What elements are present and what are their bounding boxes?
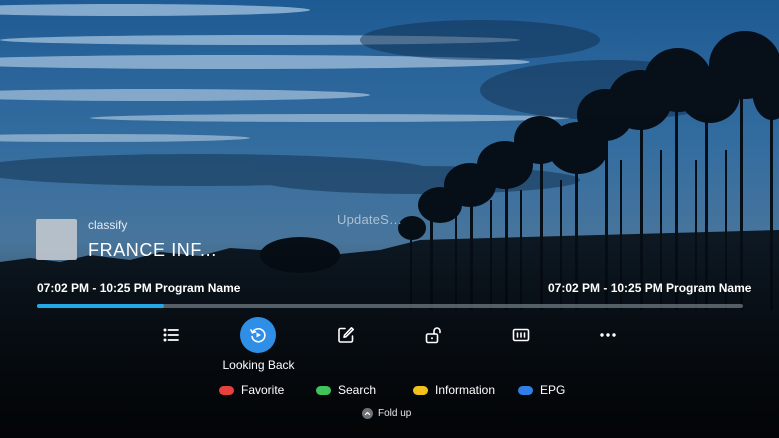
legend-epg-label: EPG bbox=[540, 383, 566, 397]
legend-search[interactable]: Search bbox=[316, 383, 376, 397]
red-key-icon bbox=[219, 385, 234, 395]
more-icon bbox=[600, 333, 616, 337]
looking-back-label: Looking Back bbox=[222, 358, 295, 372]
edit-button[interactable] bbox=[328, 317, 364, 353]
channel-list-button[interactable] bbox=[153, 317, 189, 353]
replay-icon bbox=[250, 328, 266, 343]
next-program: 07:02 PM - 10:25 PM Program Name bbox=[548, 281, 752, 295]
channel-category: classify bbox=[88, 218, 128, 232]
yellow-key-icon bbox=[413, 385, 428, 395]
legend-information[interactable]: Information bbox=[413, 383, 495, 397]
subtitles-button[interactable] bbox=[503, 317, 539, 353]
edit-icon bbox=[338, 327, 354, 343]
unlock-icon bbox=[425, 327, 441, 344]
green-key-icon bbox=[316, 385, 331, 395]
legend-information-label: Information bbox=[435, 383, 496, 397]
playback-progress[interactable] bbox=[37, 304, 743, 308]
player-screen: UpdateS… classify FRANCE INF... 07:02 PM… bbox=[0, 0, 779, 438]
subtitles-icon bbox=[512, 328, 530, 342]
legend-epg[interactable]: EPG bbox=[518, 383, 565, 397]
legend-favorite-label: Favorite bbox=[241, 383, 285, 397]
progress-fill bbox=[37, 304, 165, 308]
fold-up-button[interactable]: Fold up bbox=[362, 408, 411, 419]
watermark: UpdateS… bbox=[337, 212, 403, 227]
unlock-button[interactable] bbox=[415, 317, 451, 353]
legend-favorite[interactable]: Favorite bbox=[219, 383, 284, 397]
list-icon bbox=[163, 328, 179, 342]
chevron-up-icon bbox=[362, 408, 373, 419]
fold-up-label: Fold up bbox=[378, 408, 412, 419]
more-button[interactable] bbox=[590, 317, 626, 353]
channel-name: FRANCE INF... bbox=[88, 240, 217, 260]
blue-key-icon bbox=[518, 385, 533, 395]
legend-search-label: Search bbox=[338, 383, 377, 397]
looking-back-button[interactable] bbox=[240, 317, 276, 353]
channel-logo bbox=[36, 219, 77, 260]
current-program: 07:02 PM - 10:25 PM Program Name bbox=[37, 281, 241, 295]
